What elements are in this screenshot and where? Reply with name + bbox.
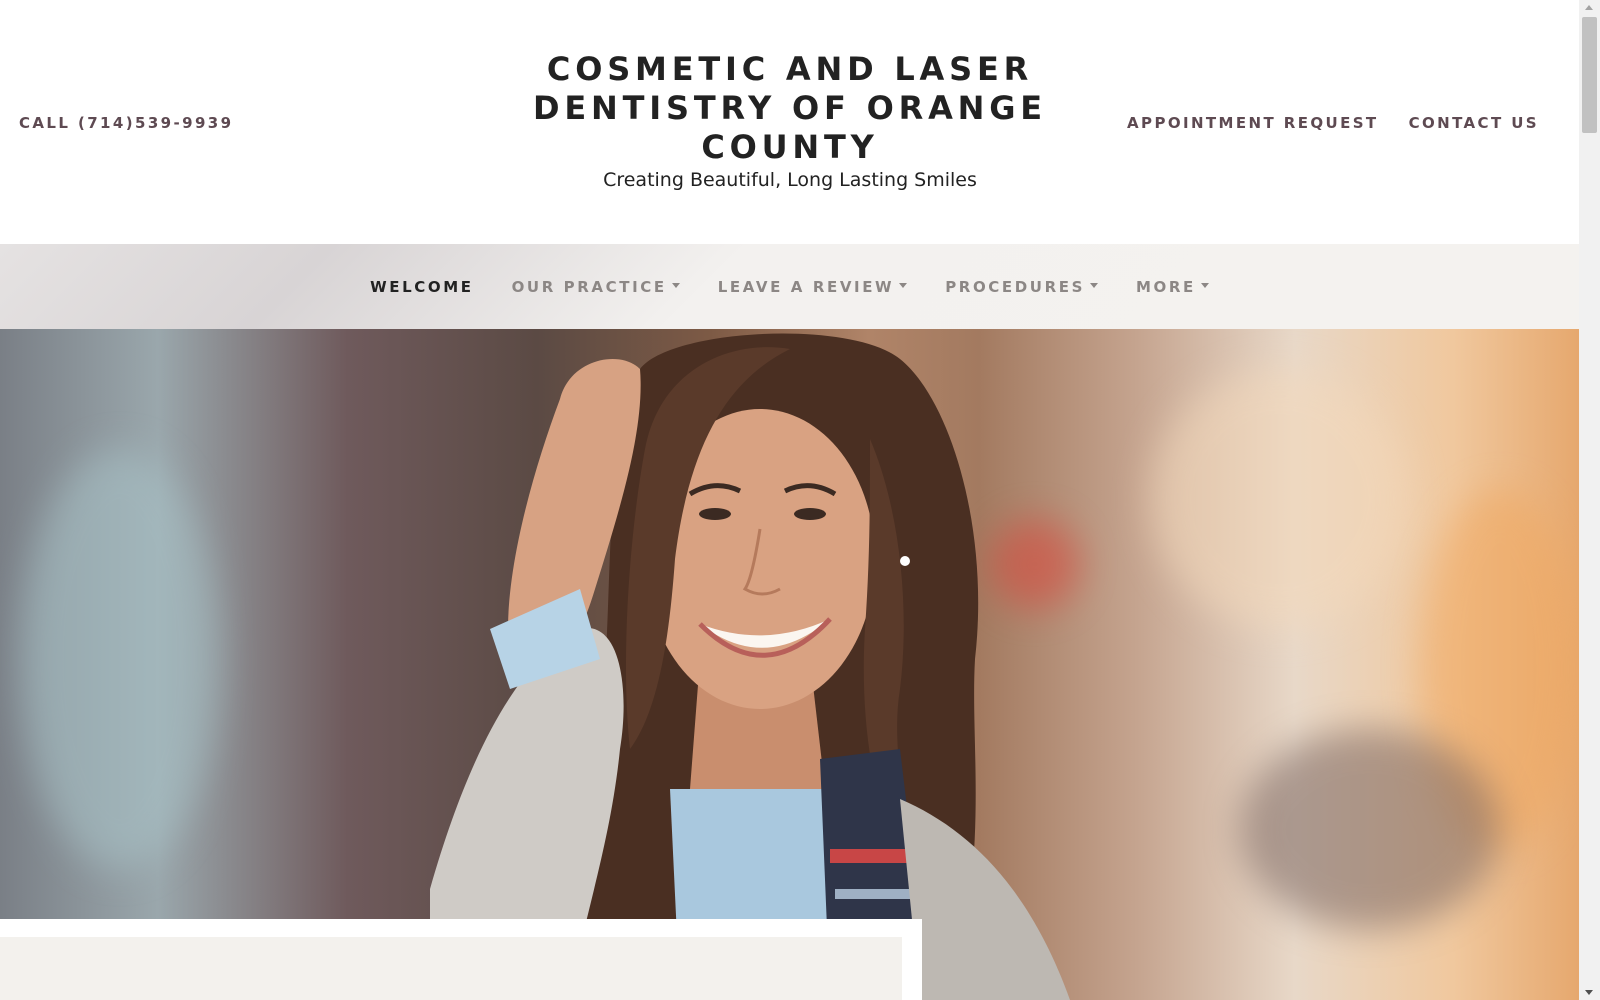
nav-item-label: MORE [1136,277,1196,296]
header-links: APPOINTMENT REQUEST CONTACT US [1127,114,1539,132]
page-scrollbar[interactable] [1579,0,1600,1000]
nav-item-label: OUR PRACTICE [511,277,667,296]
brand-block: COSMETIC AND LASER DENTISTRY OF ORANGE C… [460,50,1120,191]
call-phone-link[interactable]: CALL (714)539-9939 [19,114,233,132]
caret-down-icon [899,282,908,288]
site-title[interactable]: COSMETIC AND LASER DENTISTRY OF ORANGE C… [460,50,1120,167]
bokeh-light [1150,369,1410,629]
nav-item-more[interactable]: MORE [1136,278,1209,296]
nav-item-our-practice[interactable]: OUR PRACTICE [512,278,680,296]
site-header: CALL (714)539-9939 COSMETIC AND LASER DE… [0,0,1579,244]
scroll-up-icon[interactable] [1585,5,1593,10]
scrollbar-thumb[interactable] [1582,17,1597,133]
scroll-down-icon[interactable] [1585,990,1593,995]
caret-down-icon [1090,282,1098,288]
nav-item-procedures[interactable]: PROCEDURES [945,278,1098,296]
nav-item-leave-a-review[interactable]: LEAVE A REVIEW [717,277,908,296]
caret-down-icon [1200,282,1209,288]
main-nav: WELCOME OUR PRACTICE LEAVE A REVIEW PROC… [0,244,1579,329]
bokeh-light [1240,729,1500,929]
bokeh-light [20,449,220,869]
hero-image [0,329,1579,1000]
appointment-request-link[interactable]: APPOINTMENT REQUEST [1127,114,1379,132]
nav-item-label: PROCEDURES [945,277,1085,296]
nav-item-label: WELCOME [370,277,474,296]
content-card-panel [0,937,902,1000]
content-card [0,919,922,1000]
site-tagline: Creating Beautiful, Long Lasting Smiles [603,169,977,191]
smiling-woman-illustration [430,333,1070,1000]
contact-us-link[interactable]: CONTACT US [1409,114,1539,132]
caret-down-icon [671,282,680,288]
nav-item-welcome[interactable]: WELCOME [370,278,473,296]
nav-item-label: LEAVE A REVIEW [717,277,895,296]
